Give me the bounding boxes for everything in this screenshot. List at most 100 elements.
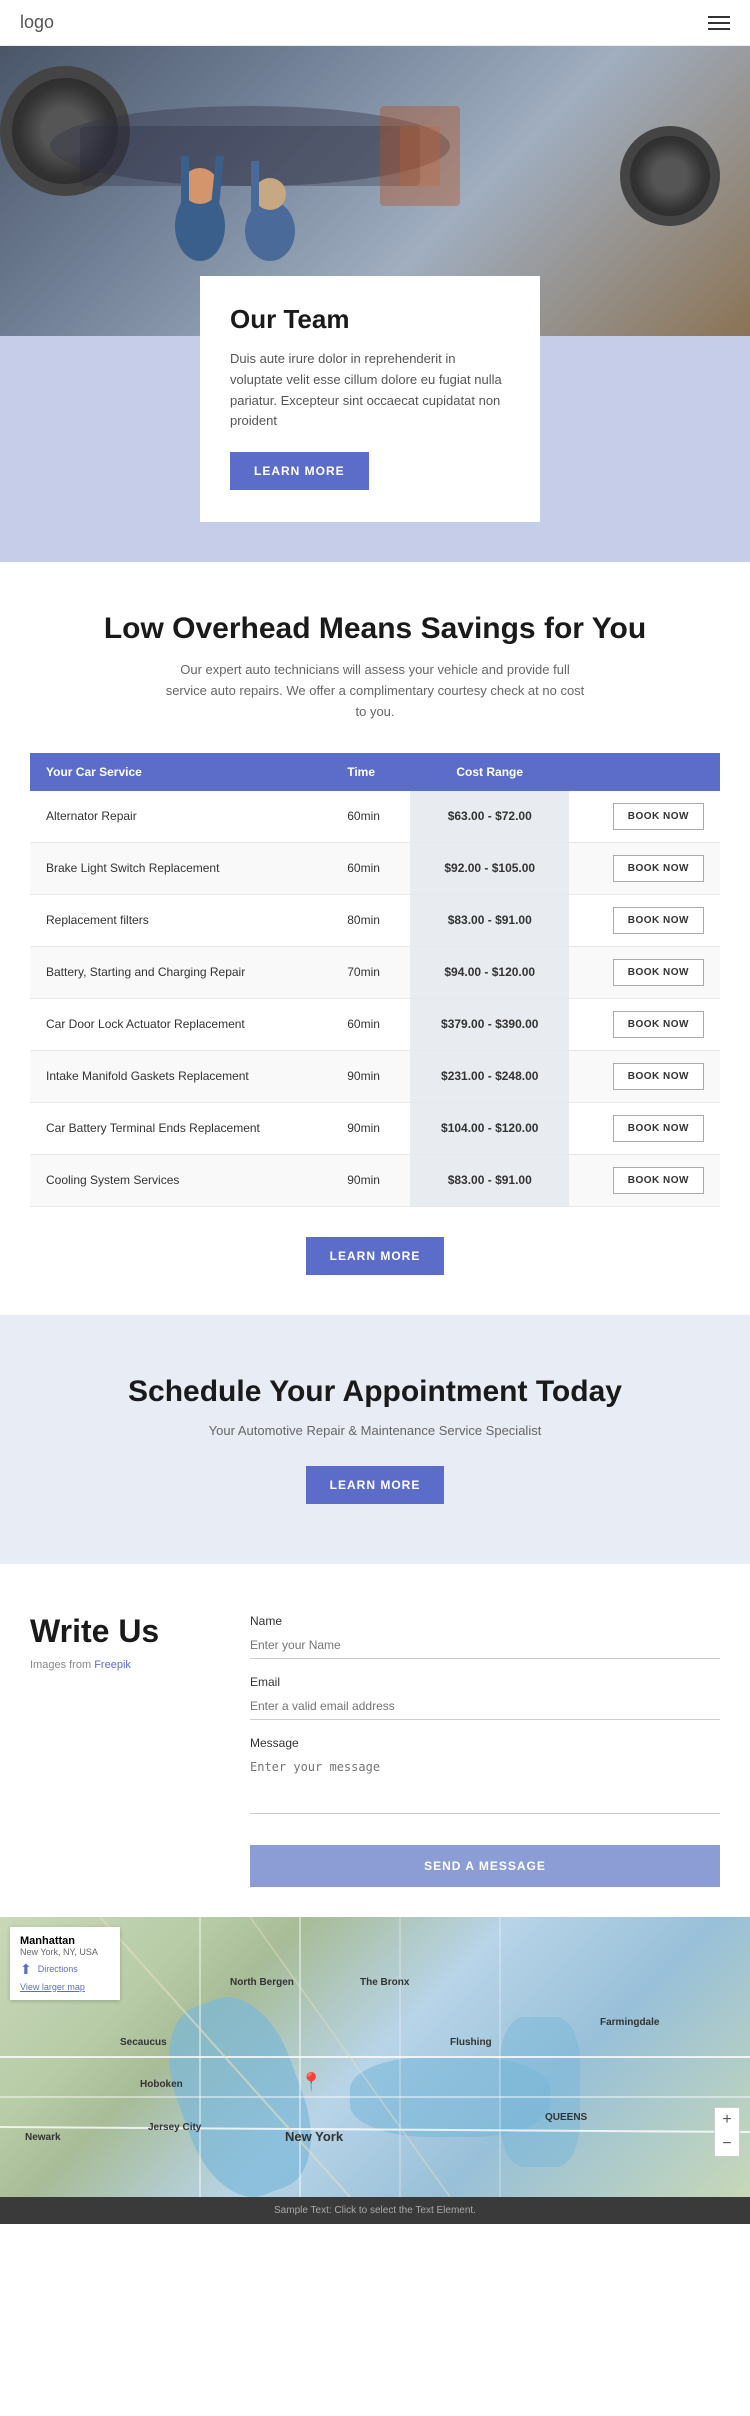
message-field-group: Message: [250, 1736, 720, 1819]
col-time: Time: [331, 753, 410, 791]
map-city-name: Manhattan: [20, 1935, 110, 1947]
service-cost: $94.00 - $120.00: [410, 946, 569, 998]
service-cost: $379.00 - $390.00: [410, 998, 569, 1050]
savings-learn-more-button[interactable]: LEARN MORE: [306, 1237, 445, 1275]
appointment-section: Schedule Your Appointment Today Your Aut…: [0, 1315, 750, 1564]
map-label-north-bergen: North Bergen: [230, 1977, 294, 1988]
hero-learn-more-button[interactable]: LEARN MORE: [230, 452, 369, 490]
table-row: Cooling System Services 90min $83.00 - $…: [30, 1154, 720, 1206]
map-label-jersey-city: Jersey City: [148, 2122, 201, 2133]
service-time: 60min: [331, 791, 410, 843]
service-book-cell: BOOK NOW: [569, 894, 720, 946]
service-time: 60min: [331, 842, 410, 894]
service-cost: $83.00 - $91.00: [410, 894, 569, 946]
map-label-far-right: Farmingdale: [600, 2017, 659, 2028]
book-now-button[interactable]: BOOK NOW: [613, 1167, 704, 1194]
col-action: [569, 753, 720, 791]
map-info-box: Manhattan New York, NY, USA ⬆ Directions…: [10, 1927, 120, 2000]
send-message-button[interactable]: SEND A MESSAGE: [250, 1845, 720, 1887]
map-label-bronx: The Bronx: [360, 1977, 409, 1988]
service-book-cell: BOOK NOW: [569, 1102, 720, 1154]
book-now-button[interactable]: BOOK NOW: [613, 1011, 704, 1038]
service-name: Alternator Repair: [30, 791, 331, 843]
service-name: Car Door Lock Actuator Replacement: [30, 998, 331, 1050]
message-input[interactable]: [250, 1754, 720, 1814]
service-time: 90min: [331, 1102, 410, 1154]
hero-card: Our Team Duis aute irure dolor in repreh…: [200, 276, 540, 522]
service-book-cell: BOOK NOW: [569, 842, 720, 894]
contact-title: Write Us: [30, 1614, 210, 1649]
map-address: New York, NY, USA: [20, 1947, 110, 1957]
site-header: logo: [0, 0, 750, 46]
freepik-link[interactable]: Freepik: [94, 1659, 131, 1671]
service-name: Cooling System Services: [30, 1154, 331, 1206]
service-cost: $92.00 - $105.00: [410, 842, 569, 894]
service-name: Intake Manifold Gaskets Replacement: [30, 1050, 331, 1102]
contact-credits: Images from Freepik: [30, 1659, 210, 1671]
book-now-button[interactable]: BOOK NOW: [613, 1115, 704, 1142]
table-row: Alternator Repair 60min $63.00 - $72.00 …: [30, 791, 720, 843]
service-time: 60min: [331, 998, 410, 1050]
map-location-pin: 📍: [300, 2072, 322, 2093]
appointment-subtitle: Your Automotive Repair & Maintenance Ser…: [30, 1423, 720, 1438]
map-label-flushing: Flushing: [450, 2037, 492, 2048]
service-name: Battery, Starting and Charging Repair: [30, 946, 331, 998]
name-field-group: Name: [250, 1614, 720, 1659]
book-now-button[interactable]: BOOK NOW: [613, 803, 704, 830]
service-time: 80min: [331, 894, 410, 946]
service-cost: $231.00 - $248.00: [410, 1050, 569, 1102]
service-cost: $83.00 - $91.00: [410, 1154, 569, 1206]
message-label: Message: [250, 1736, 720, 1750]
service-book-cell: BOOK NOW: [569, 1154, 720, 1206]
page-footer: Sample Text: Click to select the Text El…: [0, 2197, 750, 2224]
zoom-in-button[interactable]: +: [715, 2108, 739, 2132]
savings-learn-more-wrap: LEARN MORE: [30, 1237, 720, 1275]
map-label-hoboken: Hoboken: [140, 2079, 183, 2090]
service-time: 90min: [331, 1154, 410, 1206]
tire-decoration-right: [620, 126, 720, 226]
email-field-group: Email: [250, 1675, 720, 1720]
map-label-queens: QUEENS: [545, 2112, 587, 2123]
contact-form: Name Email Message SEND A MESSAGE: [250, 1614, 720, 1887]
contact-section: Write Us Images from Freepik Name Email …: [0, 1564, 750, 1887]
service-time: 90min: [331, 1050, 410, 1102]
map-label-new-york: New York: [285, 2129, 343, 2144]
book-now-button[interactable]: BOOK NOW: [613, 855, 704, 882]
view-larger-map-link[interactable]: View larger map: [20, 1982, 110, 1992]
appointment-learn-more-button[interactable]: LEARN MORE: [306, 1466, 445, 1504]
hamburger-menu[interactable]: [708, 16, 730, 30]
appointment-title: Schedule Your Appointment Today: [30, 1375, 720, 1409]
map-background: North Bergen Secaucus Hoboken Jersey Cit…: [0, 1917, 750, 2197]
map-directions[interactable]: ⬆ Directions: [20, 1961, 110, 1978]
col-service: Your Car Service: [30, 753, 331, 791]
book-now-button[interactable]: BOOK NOW: [613, 907, 704, 934]
hero-section: Our Team Duis aute irure dolor in repreh…: [0, 46, 750, 562]
service-cost: $104.00 - $120.00: [410, 1102, 569, 1154]
email-label: Email: [250, 1675, 720, 1689]
col-cost: Cost Range: [410, 753, 569, 791]
table-header-row: Your Car Service Time Cost Range: [30, 753, 720, 791]
service-name: Brake Light Switch Replacement: [30, 842, 331, 894]
services-table: Your Car Service Time Cost Range Alterna…: [30, 753, 720, 1207]
directions-label: Directions: [38, 1964, 78, 1974]
contact-left: Write Us Images from Freepik: [30, 1614, 210, 1671]
book-now-button[interactable]: BOOK NOW: [613, 1063, 704, 1090]
service-cost: $63.00 - $72.00: [410, 791, 569, 843]
map-label-secaucus: Secaucus: [120, 2037, 167, 2048]
table-row: Car Battery Terminal Ends Replacement 90…: [30, 1102, 720, 1154]
name-input[interactable]: [250, 1632, 720, 1659]
service-name: Car Battery Terminal Ends Replacement: [30, 1102, 331, 1154]
savings-section: Low Overhead Means Savings for You Our e…: [0, 562, 750, 1314]
book-now-button[interactable]: BOOK NOW: [613, 959, 704, 986]
map-label-newark: Newark: [25, 2132, 61, 2143]
map-zoom-controls: + −: [714, 2107, 740, 2157]
savings-title: Low Overhead Means Savings for You: [30, 612, 720, 646]
service-book-cell: BOOK NOW: [569, 1050, 720, 1102]
map-section: North Bergen Secaucus Hoboken Jersey Cit…: [0, 1917, 750, 2197]
zoom-out-button[interactable]: −: [715, 2132, 739, 2156]
table-row: Brake Light Switch Replacement 60min $92…: [30, 842, 720, 894]
footer-text: Sample Text: Click to select the Text El…: [274, 2205, 476, 2216]
table-row: Battery, Starting and Charging Repair 70…: [30, 946, 720, 998]
logo: logo: [20, 12, 54, 33]
email-input[interactable]: [250, 1693, 720, 1720]
